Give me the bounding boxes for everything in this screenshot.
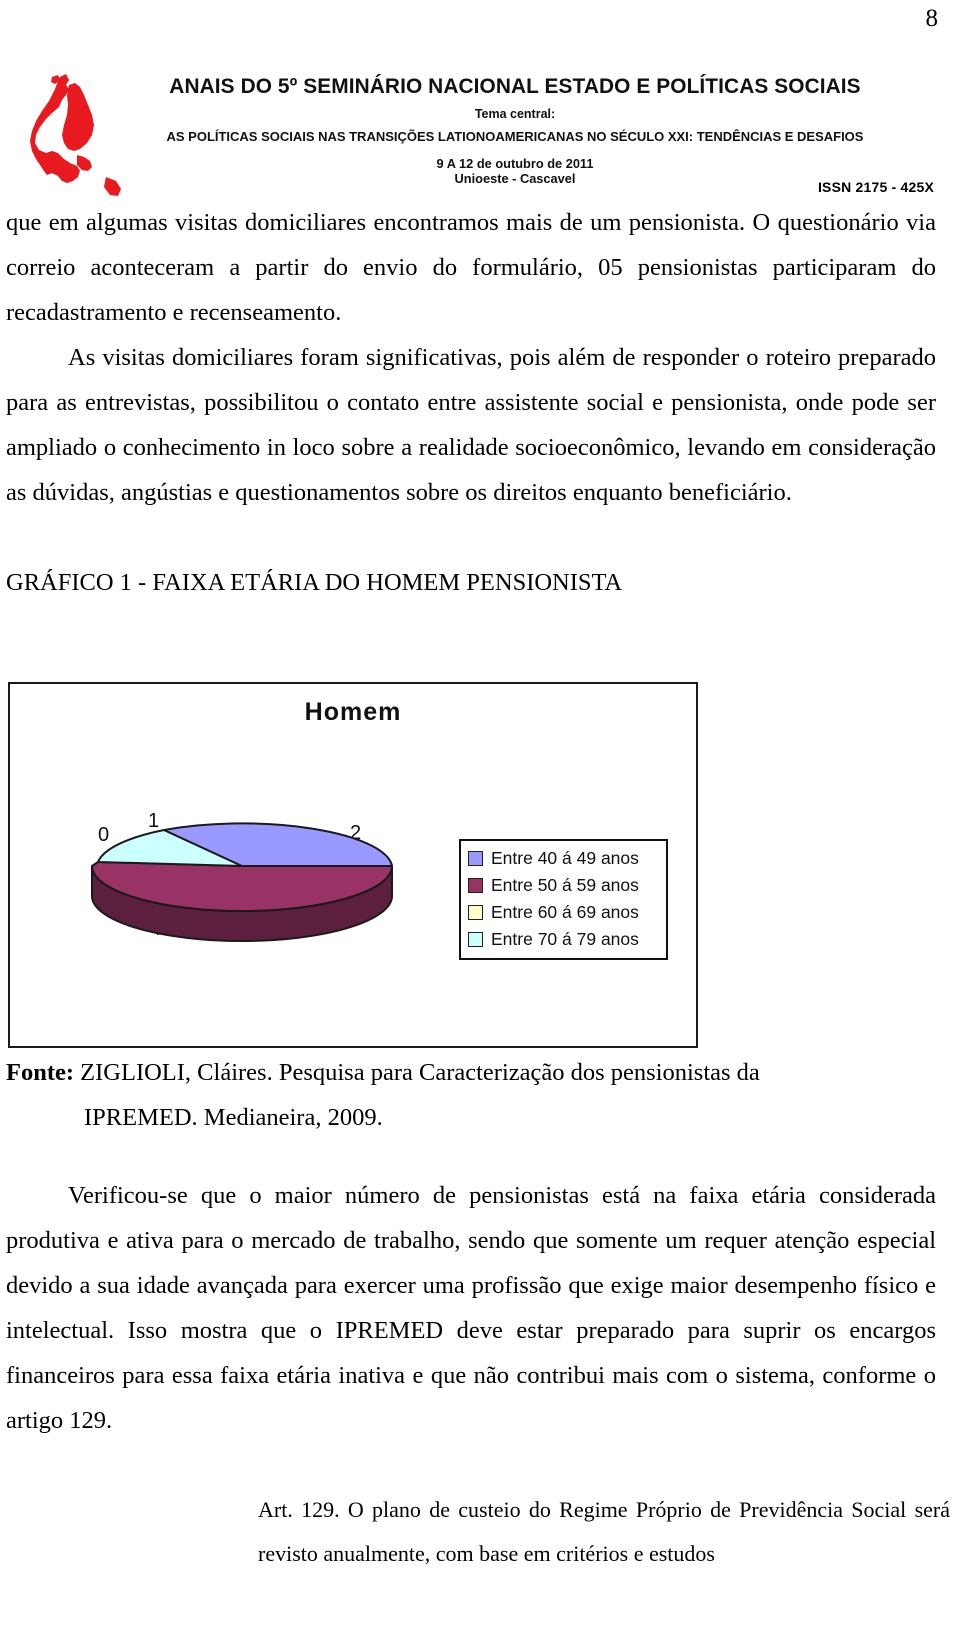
seminar-title: ANAIS DO 5º SEMINÁRIO NACIONAL ESTADO E … (169, 74, 861, 98)
legend-item: Entre 50 á 59 anos (468, 872, 660, 899)
issn-text: ISSN 2175 - 425X (817, 179, 934, 195)
paragraph-spacer (0, 515, 960, 560)
chart-legend: Entre 40 á 49 anos Entre 50 á 59 anos En… (459, 839, 668, 960)
fonte-label: Fonte: (6, 1059, 75, 1086)
chart-title: Homem (10, 698, 696, 727)
theme-label: Tema central: (474, 106, 556, 121)
theme-text: AS POLÍTICAS SOCIAIS NAS TRANSIÇÕES LATI… (166, 129, 864, 145)
legend-swatch-icon (468, 932, 483, 947)
article-quote: Art. 129. O plano de custeio do Regime P… (258, 1497, 950, 1566)
legend-item-label: Entre 40 á 49 anos (491, 848, 639, 868)
fonte-line-1: Fonte: ZIGLIOLI, Cláires. Pesquisa para … (0, 1050, 960, 1095)
legend-item-label: Entre 60 á 69 anos (491, 902, 639, 922)
header-text-block: ANAIS DO 5º SEMINÁRIO NACIONAL ESTADO E … (120, 74, 910, 186)
figure-source: Fonte: ZIGLIOLI, Cláires. Pesquisa para … (0, 1050, 960, 1140)
main-content: que em algumas visitas domiciliares enco… (0, 200, 960, 605)
event-date: 9 A 12 de outubro de 2011 (436, 155, 594, 171)
legend-swatch-icon (468, 851, 483, 866)
chart-container: Homem 0 1 2 4 Entre 40 á 49 anos (8, 682, 698, 1048)
lower-content: Verificou-se que o maior número de pensi… (0, 1173, 960, 1576)
chart-title-text: Homem (304, 698, 402, 726)
south-america-map-icon (22, 71, 134, 201)
paragraph-2: As visitas domiciliares foram significat… (6, 344, 936, 506)
legend-item: Entre 70 á 79 anos (468, 926, 660, 953)
figure-caption: GRÁFICO 1 - FAIXA ETÁRIA DO HOMEM PENSIO… (6, 569, 623, 596)
event-venue: Unioeste - Cascavel (454, 171, 576, 187)
legend-item-label: Entre 50 á 59 anos (491, 875, 639, 895)
fonte-text: ZIGLIOLI, Cláires. Pesquisa para Caracte… (74, 1059, 760, 1086)
paragraph-spacer-2 (0, 1443, 960, 1488)
legend-item: Entre 60 á 69 anos (468, 899, 660, 926)
legend-item-label: Entre 70 á 79 anos (491, 929, 639, 949)
page-number: 8 (925, 5, 939, 32)
paragraph-1: que em algumas visitas domiciliares enco… (6, 209, 936, 326)
paragraph-3: Verificou-se que o maior número de pensi… (6, 1182, 936, 1434)
legend-swatch-icon (468, 878, 483, 893)
article-quote-block: Art. 129. O plano de custeio do Regime P… (0, 1488, 960, 1576)
legend-swatch-icon (468, 905, 483, 920)
document-header: ANAIS DO 5º SEMINÁRIO NACIONAL ESTADO E … (0, 66, 960, 201)
legend-item: Entre 40 á 49 anos (468, 845, 660, 872)
pie-chart-graphic (12, 804, 432, 1004)
fonte-line-2: IPREMED. Medianeira, 2009. (84, 1104, 383, 1131)
